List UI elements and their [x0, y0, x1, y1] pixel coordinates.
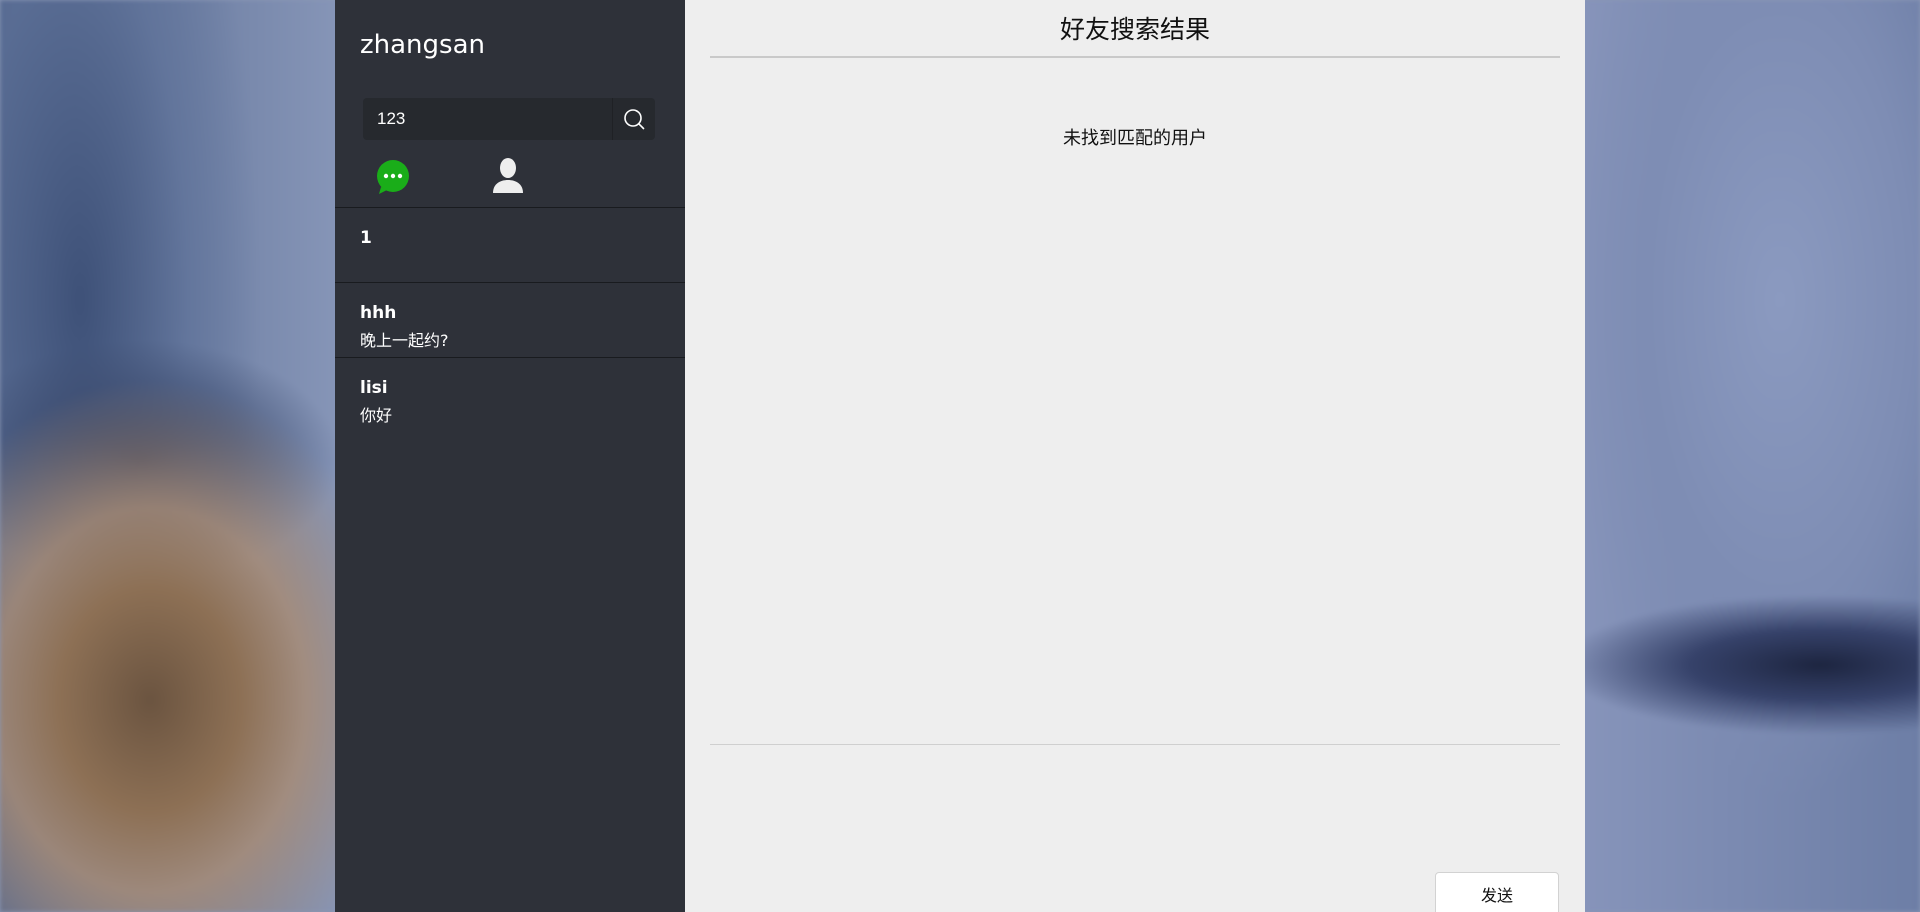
search-button[interactable] — [612, 98, 655, 140]
user-icon — [493, 158, 523, 193]
current-username: zhangsan — [360, 30, 485, 60]
search-box — [363, 98, 655, 140]
send-button[interactable]: 发送 — [1435, 872, 1559, 912]
conversation-name: hhh — [360, 303, 397, 323]
tab-chats[interactable] — [375, 159, 411, 195]
conversation-last-message: 晚上一起约? — [360, 331, 449, 350]
title-divider — [710, 56, 1560, 58]
search-icon — [624, 109, 645, 130]
conversation-item[interactable]: hhh 晚上一起约? — [335, 282, 685, 357]
sidebar-tabs — [335, 155, 685, 207]
conversation-item[interactable]: 1 — [335, 207, 685, 282]
conversation-name: 1 — [360, 228, 372, 248]
input-divider — [710, 744, 1560, 745]
tab-contacts[interactable] — [491, 157, 525, 195]
chat-app: zhangsan 123 1 hhh 晚上一起约? lisi 你好 好友搜索结果… — [335, 0, 1585, 912]
conversation-last-message: 你好 — [360, 406, 393, 425]
conversation-name: lisi — [360, 378, 388, 398]
search-input[interactable] — [363, 98, 612, 140]
sidebar: zhangsan 123 1 hhh 晚上一起约? lisi 你好 — [335, 0, 685, 912]
conversation-list: 1 hhh 晚上一起约? lisi 你好 — [335, 207, 685, 432]
chat-bubble-icon — [377, 160, 409, 194]
main-panel: 好友搜索结果 未找到匹配的用户 发送 — [685, 0, 1585, 912]
no-results-message: 未找到匹配的用户 — [1063, 128, 1207, 149]
page-title: 好友搜索结果 — [1059, 15, 1210, 44]
conversation-item[interactable]: lisi 你好 — [335, 357, 685, 432]
